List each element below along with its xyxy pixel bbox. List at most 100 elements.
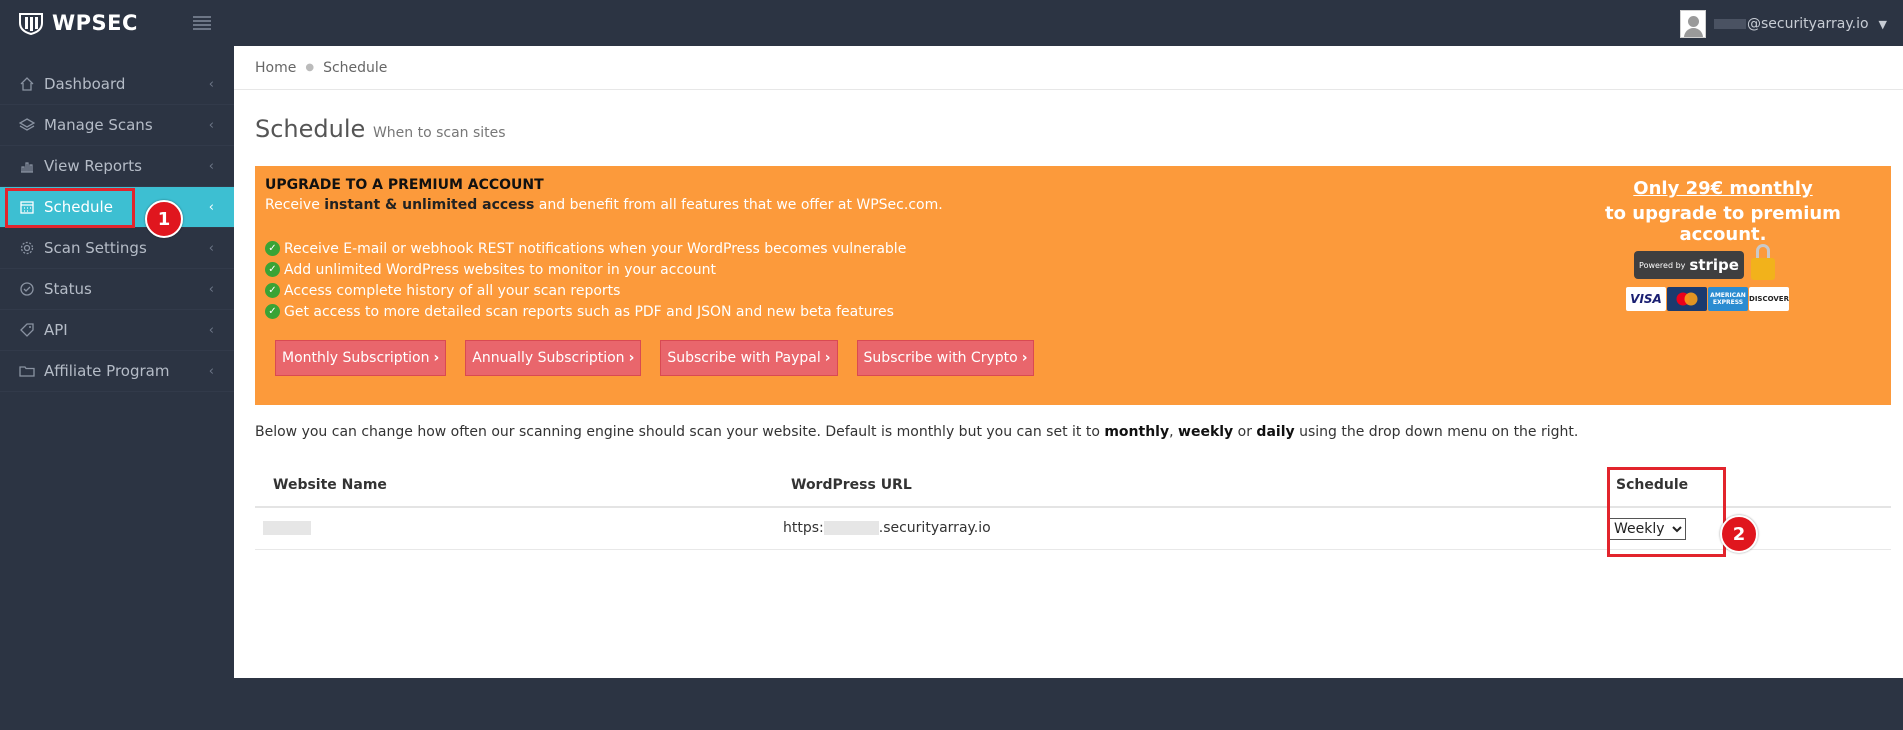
button-label: Subscribe with Paypal [667,350,821,366]
header-website-name: Website Name [273,477,387,493]
footer-bar [234,678,1903,730]
promo-subtext: Receive instant & unlimited access and b… [265,197,943,213]
stripe-badge: Powered by stripe [1634,251,1744,279]
step-badge-1: 1 [145,200,183,238]
table-header: Website Name WordPress URL Schedule [255,466,1891,508]
sidebar-item-dashboard[interactable]: Dashboard ‹ [0,64,234,105]
discover-card-icon: DISCOVER [1749,287,1789,311]
check-icon: ✓ [265,241,280,256]
check-icon: ✓ [265,304,280,319]
calendar-icon [18,198,36,216]
menu-toggle-icon[interactable] [193,16,211,30]
feature-text: Get access to more detailed scan reports… [284,303,894,320]
mastercard-card-icon [1667,287,1707,311]
feature-text: Add unlimited WordPress websites to moni… [284,261,716,278]
breadcrumb-separator-icon: ● [305,62,315,73]
chevron-left-icon: ‹ [208,118,214,133]
sidebar-item-label: API [44,321,68,339]
promo-sub-prefix: Receive [265,197,320,213]
feature-item: ✓ Add unlimited WordPress websites to mon… [265,259,906,280]
main-content: Home ● Schedule Schedule When to scan si… [234,46,1903,678]
sidebar-item-view-reports[interactable]: View Reports ‹ [0,146,234,187]
chevron-left-icon: ‹ [208,282,214,297]
desc-comma: , [1169,424,1174,440]
url-suffix: .securityarray.io [878,520,991,536]
avatar [1680,10,1707,38]
sidebar-item-schedule[interactable]: Schedule ‹ [0,187,234,228]
check-icon: ✓ [265,283,280,298]
desc-text: Below you can change how often our scann… [255,424,1100,440]
sidebar: Dashboard ‹ Manage Scans ‹ View Reports … [0,46,234,730]
visa-card-icon: VISA [1626,287,1666,311]
page-title-text: Schedule [255,115,366,143]
sidebar-item-status[interactable]: Status ‹ [0,269,234,310]
chevron-left-icon: ‹ [208,364,214,379]
price-link[interactable]: Only 29€ monthly [1563,178,1883,199]
user-menu[interactable]: @securityarray.io ▼ [1680,10,1887,38]
tag-icon [18,321,36,339]
logo-text: WPSEC [52,11,138,35]
button-label: Annually Subscription [472,350,625,366]
payment-badges: Powered by stripe VISA AMERICAN EXPRESS D… [1626,244,1796,311]
feature-list: ✓ Receive E-mail or webhook REST notifica… [265,238,906,322]
layers-icon [18,116,36,134]
feature-item: ✓ Get access to more detailed scan report… [265,301,906,322]
breadcrumb-home[interactable]: Home [255,60,296,76]
breadcrumb: Home ● Schedule [234,46,1903,90]
sidebar-item-scan-settings[interactable]: Scan Settings ‹ [0,228,234,269]
chevron-right-icon: › [628,350,635,366]
header-schedule: Schedule [1616,477,1689,493]
page-subtitle: When to scan sites [372,125,506,141]
desc-daily: daily [1256,424,1295,440]
sidebar-item-label: Schedule [44,198,113,216]
upgrade-text: to upgrade to premium account. [1605,203,1841,245]
feature-text: Access complete history of all your scan… [284,282,621,299]
subscription-buttons: Monthly Subscription › Annually Subscript… [275,340,1053,376]
bar-chart-icon [18,157,36,175]
crypto-subscription-button[interactable]: Subscribe with Crypto › [856,340,1035,376]
card-logos: VISA AMERICAN EXPRESS DISCOVER [1626,287,1790,311]
promo-heading: UPGRADE TO A PREMIUM ACCOUNT [265,177,544,193]
wpsec-logo[interactable]: WPSEC [18,11,138,35]
button-label: Subscribe with Crypto [863,350,1018,366]
desc-weekly: weekly [1178,424,1234,440]
schedule-select[interactable]: Monthly Weekly Daily [1609,518,1686,540]
button-label: Monthly Subscription [282,350,430,366]
sidebar-item-label: Scan Settings [44,239,147,257]
feature-text: Receive E-mail or webhook REST notificat… [284,240,907,257]
chevron-left-icon: ‹ [208,323,214,338]
sidebar-item-label: Status [44,280,92,298]
chevron-right-icon: › [1021,350,1028,366]
chevron-right-icon: › [433,350,440,366]
sidebar-item-api[interactable]: API ‹ [0,310,234,351]
schedule-description: Below you can change how often our scann… [255,424,1578,440]
promo-sub-suffix: and benefit from all features that we of… [538,197,943,213]
sidebar-item-manage-scans[interactable]: Manage Scans ‹ [0,105,234,146]
folder-icon [18,362,36,380]
sidebar-item-label: Dashboard [44,75,126,93]
annually-subscription-button[interactable]: Annually Subscription › [465,340,642,376]
check-icon: ✓ [265,262,280,277]
premium-upgrade-banner: UPGRADE TO A PREMIUM ACCOUNT Receive ins… [255,166,1891,405]
stripe-powered-text: Powered by [1639,260,1686,270]
feature-item: ✓ Receive E-mail or webhook REST notifica… [265,238,906,259]
monthly-subscription-button[interactable]: Monthly Subscription › [275,340,447,376]
amex-card-icon: AMERICAN EXPRESS [1708,287,1748,311]
check-circle-icon [18,280,36,298]
redacted-username [1714,19,1747,29]
pricing-block: Only 29€ monthly to upgrade to premium a… [1563,178,1883,311]
gear-icon [18,239,36,257]
redacted-url-part [823,521,879,535]
sidebar-item-label: View Reports [44,157,142,175]
header-wordpress-url: WordPress URL [791,477,912,493]
top-bar: WPSEC @securityarray.io ▼ [0,0,1903,46]
desc-monthly: monthly [1104,424,1170,440]
url-prefix: https: [783,520,824,536]
promo-sub-bold: instant & unlimited access [324,197,535,213]
home-icon [18,75,36,93]
chevron-left-icon: ‹ [208,159,214,174]
paypal-subscription-button[interactable]: Subscribe with Paypal › [660,340,838,376]
shield-logo-icon [19,13,43,35]
sidebar-item-affiliate-program[interactable]: Affiliate Program ‹ [0,351,234,392]
website-name-cell [263,520,311,536]
